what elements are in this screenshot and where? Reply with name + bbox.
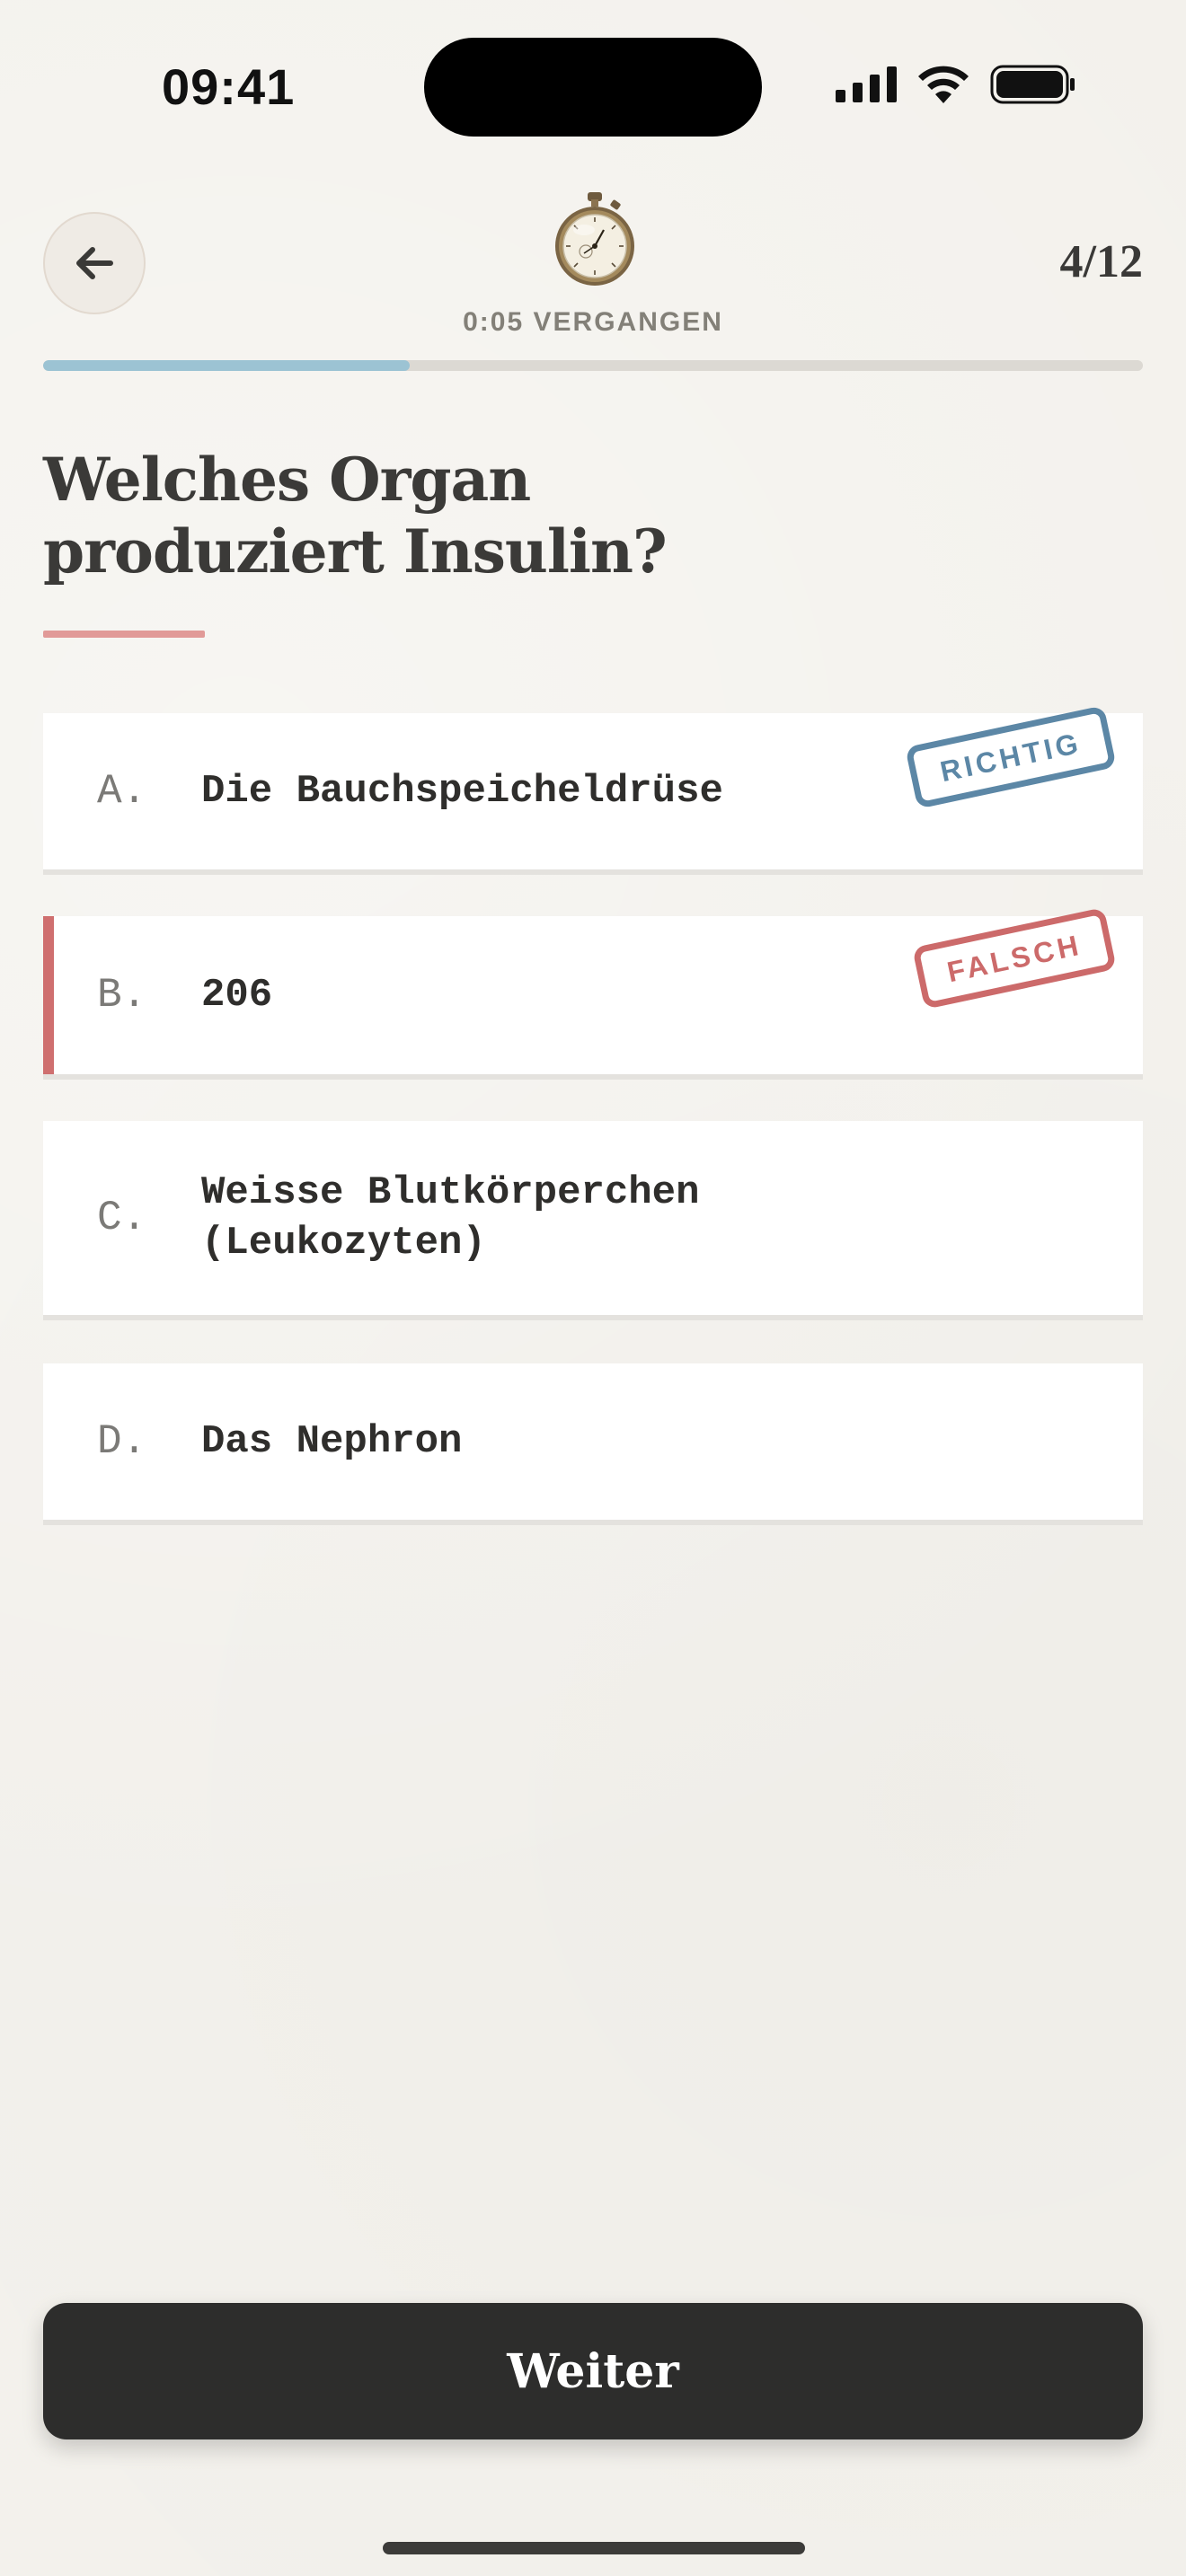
question-counter: 4/12 xyxy=(1059,236,1143,287)
next-button[interactable]: Weiter xyxy=(43,2303,1143,2439)
question-underline xyxy=(43,631,205,638)
wrong-stamp: FALSCH xyxy=(912,907,1117,1010)
correct-stamp: RICHTIG xyxy=(905,705,1117,809)
home-indicator xyxy=(383,2542,805,2554)
option-text: Weisse Blutkörperchen (Leukozyten) xyxy=(201,1170,700,1266)
option-letter: B. xyxy=(97,972,147,1019)
cellular-signal-icon xyxy=(836,66,897,102)
answer-option-d[interactable]: D. Das Nephron xyxy=(43,1363,1143,1520)
battery-icon xyxy=(990,65,1075,104)
dynamic-island xyxy=(424,38,762,137)
answer-option-c[interactable]: C. Weisse Blutkörperchen (Leukozyten) xyxy=(43,1121,1143,1315)
wifi-icon xyxy=(918,66,969,103)
status-time: 09:41 xyxy=(162,58,296,115)
answer-option-b[interactable]: B. 206 FALSCH xyxy=(43,907,1143,1074)
next-button-label: Weiter xyxy=(507,2343,679,2399)
progress-bar xyxy=(43,360,1143,371)
option-letter: D. xyxy=(97,1418,147,1465)
stopwatch-icon xyxy=(555,192,634,286)
arrow-left-icon xyxy=(76,247,113,279)
option-letter: A. xyxy=(97,768,147,815)
option-letter: C. xyxy=(97,1195,147,1241)
option-text: Die Bauchspeicheldrüse xyxy=(201,769,723,814)
question-text: Welches Organ produziert Insulin? xyxy=(43,445,668,587)
status-icons xyxy=(836,65,1076,104)
progress-bar-fill xyxy=(43,360,410,371)
option-text: Das Nephron xyxy=(201,1419,463,1464)
back-button[interactable] xyxy=(43,212,146,314)
elapsed-time: 0:05 VERGANGEN xyxy=(463,307,723,337)
quiz-screen: 09:41 0:05 VERGANGEN 4/12 Welches Organ … xyxy=(0,0,1186,2576)
option-text: 206 xyxy=(201,973,273,1018)
answer-option-a[interactable]: A. Die Bauchspeicheldrüse RICHTIG xyxy=(43,705,1143,869)
